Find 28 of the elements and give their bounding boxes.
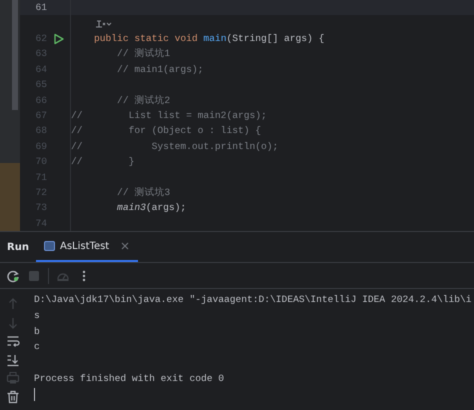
scroll-to-end-icon[interactable] bbox=[6, 352, 20, 367]
code-line: // } bbox=[71, 156, 134, 168]
console-line: b bbox=[34, 326, 40, 337]
console-line: s bbox=[34, 310, 40, 321]
code-line: // System.out.println(o); bbox=[71, 140, 278, 152]
soft-wrap-icon[interactable] bbox=[6, 334, 20, 348]
code-line: // for (Object o : list) { bbox=[71, 125, 261, 136]
run-icon[interactable] bbox=[52, 32, 64, 45]
console-line: c bbox=[34, 341, 40, 352]
rerun-icon[interactable] bbox=[6, 268, 20, 282]
run-tab[interactable]: AsListTest bbox=[36, 232, 138, 262]
inlay-hint-icon[interactable] bbox=[94, 18, 112, 29]
code-line: // 测试坑3 bbox=[116, 186, 170, 200]
exit-message: Process finished with exit code 0 bbox=[34, 372, 224, 384]
window-icon bbox=[44, 241, 55, 251]
close-icon[interactable] bbox=[120, 241, 130, 251]
code-line: public static void main(String[] args) { bbox=[93, 33, 324, 44]
code-line: // 测试坑1 bbox=[116, 47, 170, 60]
text-cursor bbox=[34, 388, 35, 401]
code-line: // main1(args); bbox=[116, 64, 204, 75]
console-line: D:\Java\jdk17\bin\java.exe "-javaagent:D:\IDEAS\IntelliJ IDEA 2024.2.4\lib\i bbox=[34, 294, 472, 305]
trash-icon[interactable] bbox=[6, 390, 20, 404]
panel-title: Run bbox=[6, 242, 30, 252]
scroll-thumb[interactable] bbox=[12, 0, 18, 110]
code-line: main3(args); bbox=[116, 202, 186, 214]
code-line: // List list = main2(args); bbox=[71, 110, 267, 122]
code-line: // 测试坑2 bbox=[116, 94, 170, 107]
line-number: 61 bbox=[35, 2, 47, 14]
